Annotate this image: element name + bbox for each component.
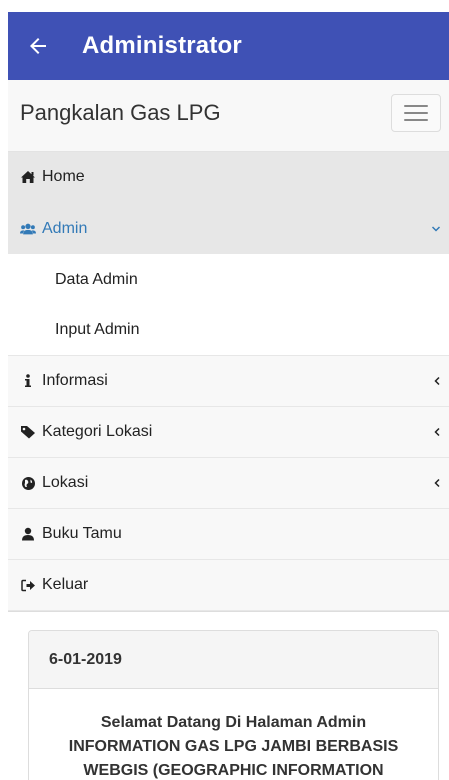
menu-item-label: Buku Tamu bbox=[42, 525, 122, 542]
back-arrow-icon[interactable] bbox=[24, 32, 52, 60]
chevron-left-icon bbox=[433, 407, 441, 457]
sign-out-icon bbox=[20, 579, 36, 592]
menu-item-lokasi[interactable]: Lokasi bbox=[8, 458, 449, 509]
menu-item-buku-tamu[interactable]: Buku Tamu bbox=[8, 509, 449, 560]
menu-item-informasi[interactable]: Informasi bbox=[8, 356, 449, 407]
navbar-brand[interactable]: Pangkalan Gas LPG bbox=[20, 100, 221, 126]
menu-item-home[interactable]: Home bbox=[8, 152, 449, 203]
info-icon bbox=[20, 374, 36, 388]
submenu-item-input-admin[interactable]: Input Admin bbox=[8, 305, 449, 356]
menu-item-label: Keluar bbox=[42, 576, 89, 593]
menu-item-label: Home bbox=[42, 168, 85, 185]
screen: Administrator Pangkalan Gas LPG Home Adm… bbox=[0, 0, 449, 780]
users-icon bbox=[20, 222, 36, 236]
hamburger-bar bbox=[404, 105, 428, 107]
panel-date-heading: 6-01-2019 bbox=[29, 631, 438, 689]
menu-item-label: Informasi bbox=[42, 372, 108, 389]
app-bar: Administrator bbox=[8, 12, 449, 80]
home-icon bbox=[20, 170, 36, 184]
welcome-text-line: INFORMATION GAS LPG JAMBI BERBASIS bbox=[68, 738, 399, 755]
welcome-panel: 6-01-2019 Selamat Datang Di Halaman Admi… bbox=[28, 630, 439, 780]
navbar: Pangkalan Gas LPG bbox=[8, 80, 449, 152]
side-menu: Home Admin Data Admin Input Admin Inform… bbox=[8, 152, 449, 616]
tag-icon bbox=[20, 425, 36, 439]
hamburger-bar bbox=[404, 112, 428, 114]
globe-icon bbox=[20, 476, 36, 491]
menu-item-label: Admin bbox=[42, 219, 88, 237]
submenu-item-data-admin[interactable]: Data Admin bbox=[8, 254, 449, 305]
chevron-left-icon bbox=[433, 458, 441, 508]
menu-divider bbox=[8, 611, 449, 616]
chevron-left-icon bbox=[433, 356, 441, 406]
hamburger-bar bbox=[404, 119, 428, 121]
chevron-down-icon bbox=[431, 203, 441, 254]
menu-item-label: Lokasi bbox=[42, 474, 89, 491]
hamburger-menu-button[interactable] bbox=[391, 94, 441, 132]
panel-body: Selamat Datang Di Halaman Admin INFORMAT… bbox=[29, 689, 438, 780]
menu-item-label: Kategori Lokasi bbox=[42, 423, 153, 440]
menu-item-keluar[interactable]: Keluar bbox=[8, 560, 449, 611]
welcome-text-line: Selamat Datang Di Halaman Admin bbox=[100, 714, 367, 731]
menu-item-kategori-lokasi[interactable]: Kategori Lokasi bbox=[8, 407, 449, 458]
menu-item-admin[interactable]: Admin bbox=[8, 203, 449, 254]
app-bar-title: Administrator bbox=[82, 32, 242, 59]
welcome-text-line: WEBGIS (GEOGRAPHIC INFORMATION bbox=[83, 762, 384, 779]
user-icon bbox=[20, 527, 36, 541]
